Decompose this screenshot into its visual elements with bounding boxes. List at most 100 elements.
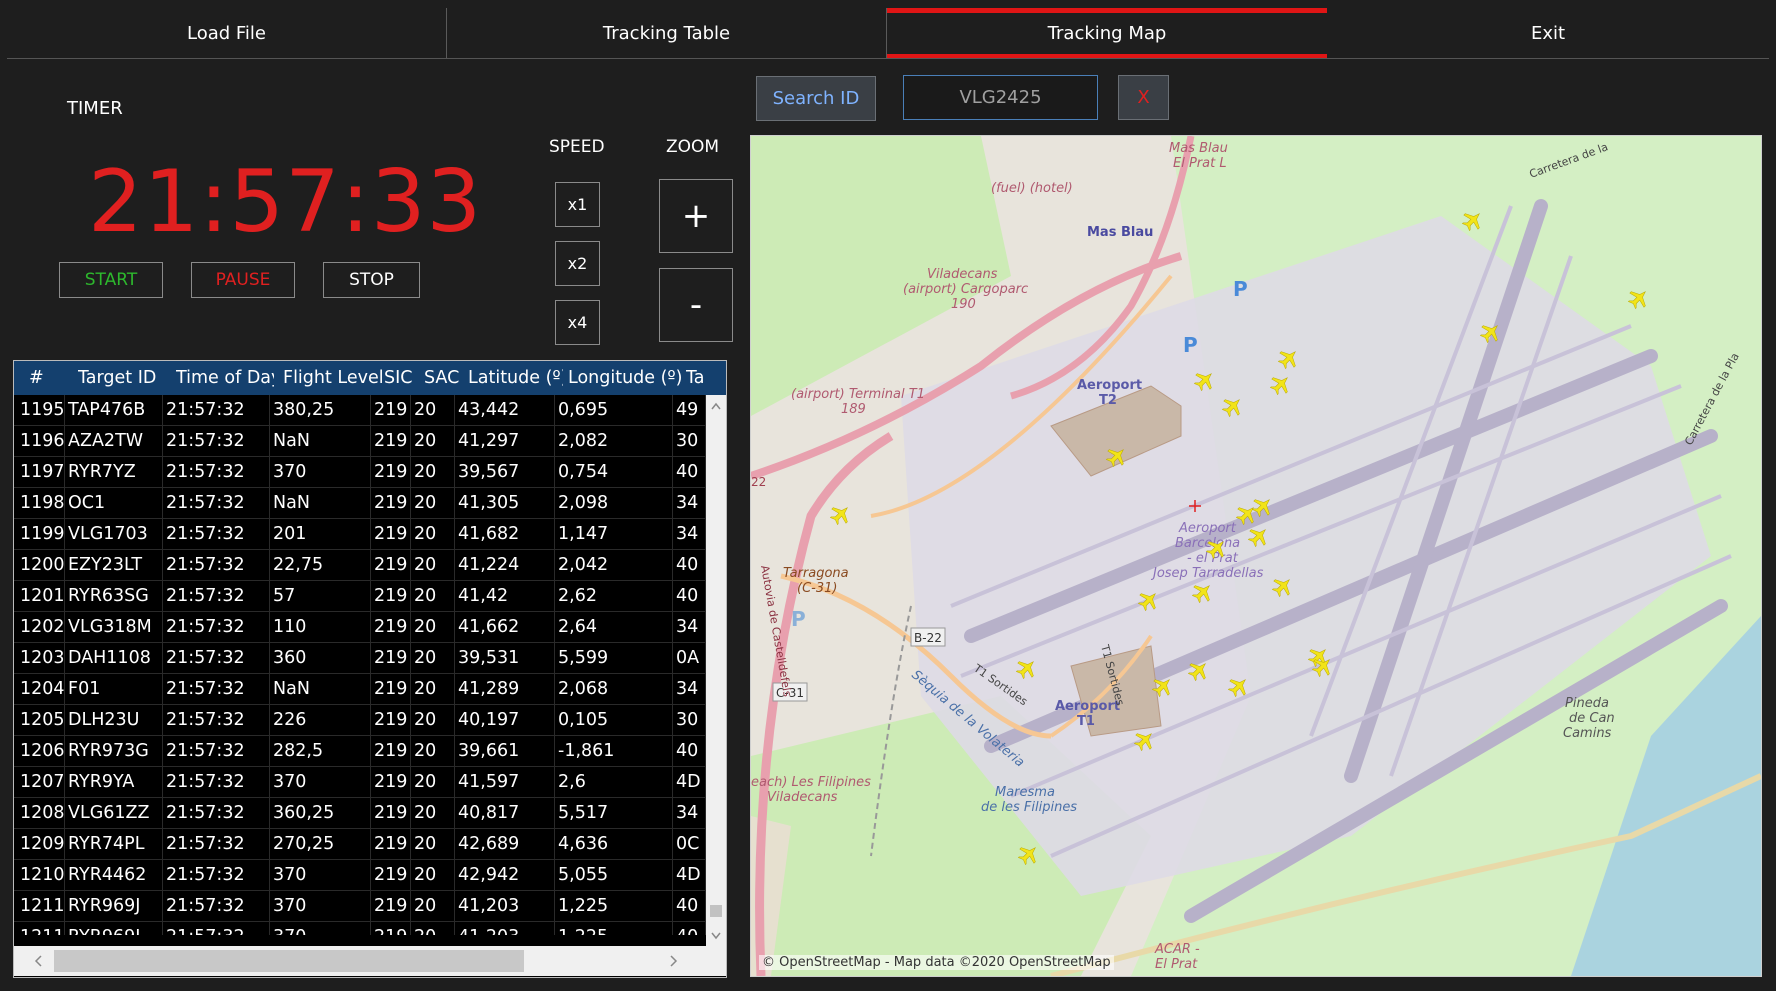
speed-x1-button[interactable]: x1 <box>555 182 600 227</box>
horizontal-scrollbar[interactable] <box>14 946 726 976</box>
table-cell: 20 <box>411 519 455 549</box>
zoom-in-button[interactable]: + <box>659 179 733 253</box>
table-row[interactable]: 1200 EZY23LT 21:57:32 22,75 219 20 41,224 2,042… <box>14 550 706 581</box>
table-cell: RYR63SG <box>65 581 163 611</box>
table-cell: 30 <box>673 426 706 456</box>
table-cell: 40 <box>673 581 706 611</box>
table-cell: 110 <box>270 612 371 642</box>
tab-load-file[interactable]: Load File <box>7 8 447 58</box>
table-cell: 370 <box>270 860 371 890</box>
zoom-out-button[interactable]: - <box>659 268 733 342</box>
table-cell: 1200 <box>17 550 65 580</box>
table-cell: 219 <box>371 457 411 487</box>
col-header[interactable]: Target ID <box>78 361 168 395</box>
table-cell: RYR4462 <box>65 860 163 890</box>
col-header[interactable]: # <box>29 361 69 395</box>
col-header[interactable]: Ta <box>686 361 706 395</box>
table-cell: 20 <box>411 395 455 425</box>
table-cell: 43,442 <box>455 395 555 425</box>
table-row[interactable]: 1210 RYR4462 21:57:32 370 219 20 42,942 5,055 4D <box>14 860 706 891</box>
table-row[interactable]: 1211RYR969J21:57:323702192041,2031,22540 <box>14 891 706 922</box>
start-button[interactable]: START <box>59 262 163 298</box>
col-header[interactable]: Longitude (º) <box>568 361 682 395</box>
table-cell: 41,42 <box>455 581 555 611</box>
table-cell: 20 <box>411 860 455 890</box>
table-row[interactable]: 1211RYR969J21:57:323702192041,2031,22540 <box>14 922 706 935</box>
horizontal-scrollbar-track <box>34 950 678 972</box>
table-cell: 219 <box>371 612 411 642</box>
table-row[interactable]: 1206 RYR973G 21:57:32 282,5 219 20 39,661 -1,86… <box>14 736 706 767</box>
table-cell: 5,599 <box>555 643 673 673</box>
table-cell: 21:57:32 <box>163 612 270 642</box>
col-header[interactable]: SIC <box>384 361 416 395</box>
col-header[interactable]: SAC <box>424 361 460 395</box>
table-cell: 21:57:32 <box>163 488 270 518</box>
table-cell: DLH23U <box>65 705 163 735</box>
speed-label: SPEED <box>549 137 605 157</box>
table-row[interactable]: 1209 RYR74PL 21:57:32 270,25 219 20 42,689 4,63… <box>14 829 706 860</box>
table-cell: 1206 <box>17 736 65 766</box>
map-label: El Prat <box>1155 957 1198 972</box>
table-row[interactable]: 1199 VLG1703 21:57:32 201 219 20 41,682 1,147 34 <box>14 519 706 550</box>
table-cell: 41,682 <box>455 519 555 549</box>
table-cell: 30 <box>673 705 706 735</box>
table-cell: 20 <box>411 426 455 456</box>
stop-button[interactable]: STOP <box>323 262 420 298</box>
tab-tracking-map[interactable]: Tracking Map <box>887 8 1327 58</box>
table-cell: 34 <box>673 519 706 549</box>
table-cell: 20 <box>411 488 455 518</box>
table-cell: 219 <box>371 643 411 673</box>
table-row[interactable]: 1198 OC1 21:57:32 NaN 219 20 41,305 2,098 34 <box>14 488 706 519</box>
table-cell: 20 <box>411 457 455 487</box>
table-cell: 380,25 <box>270 395 371 425</box>
table-cell: 219 <box>371 519 411 549</box>
table-row[interactable]: 1203 DAH1108 21:57:32 360 219 20 39,531 5,599 0A <box>14 643 706 674</box>
col-header[interactable]: Time of Day <box>176 361 274 395</box>
parking-icon: P <box>1183 333 1198 357</box>
table-cell: RYR969J <box>65 922 163 935</box>
table-row[interactable]: 1201 RYR63SG 21:57:32 57 219 20 41,42 2,62 40 <box>14 581 706 612</box>
table-row[interactable]: 1208 VLG61ZZ 21:57:32 360,25 219 20 40,817 5,51… <box>14 798 706 829</box>
table-cell: F01 <box>65 674 163 704</box>
tab-tracking-table[interactable]: Tracking Table <box>447 8 887 58</box>
table-cell: 1211 <box>17 891 65 921</box>
col-header[interactable]: Latitude (º) <box>468 361 563 395</box>
table-row[interactable]: 1195 TAP476B 21:57:32 380,25 219 20 43,442 0,69… <box>14 395 706 426</box>
table-cell: 2,6 <box>555 767 673 797</box>
col-header[interactable]: Flight Level <box>283 361 383 395</box>
table-cell: 219 <box>371 674 411 704</box>
speed-x2-button[interactable]: x2 <box>555 241 600 286</box>
table-cell: 1211 <box>17 922 65 935</box>
search-id-input[interactable] <box>903 75 1098 120</box>
table-cell: 41,597 <box>455 767 555 797</box>
table-cell: 1,225 <box>555 891 673 921</box>
pause-button[interactable]: PAUSE <box>191 262 295 298</box>
table-cell: OC1 <box>65 488 163 518</box>
map-label: each) Les Filipines <box>751 775 871 790</box>
table-cell: 20 <box>411 767 455 797</box>
search-id-button[interactable]: Search ID <box>756 76 876 121</box>
map-label: Aeroport <box>1178 521 1237 536</box>
table-row[interactable]: 1196 AZA2TW 21:57:32 NaN 219 20 41,297 2,082 30 <box>14 426 706 457</box>
table-cell: 20 <box>411 829 455 859</box>
table-cell: 20 <box>411 581 455 611</box>
table-row[interactable]: 1207 RYR9YA 21:57:32 370 219 20 41,597 2,6 4D <box>14 767 706 798</box>
table-row[interactable]: 1197 RYR7YZ 21:57:32 370 219 20 39,567 0,754 40 <box>14 457 706 488</box>
clear-search-button[interactable]: X <box>1118 75 1169 120</box>
table-row[interactable]: 1204 F01 21:57:32 NaN 219 20 41,289 2,068 34 <box>14 674 706 705</box>
scroll-left-icon <box>34 955 42 967</box>
scroll-right-icon <box>670 955 678 967</box>
table-row[interactable]: 1205 DLH23U 21:57:32 226 219 20 40,197 0,105 30 <box>14 705 706 736</box>
table-cell: VLG61ZZ <box>65 798 163 828</box>
speed-x4-button[interactable]: x4 <box>555 300 600 345</box>
map-label: (airport) Cargoparc <box>903 282 1028 297</box>
vertical-scrollbar[interactable] <box>706 395 726 947</box>
map-canvas: Mas Blau El Prat L (fuel) (hotel) Mas Bl… <box>751 136 1761 976</box>
tab-exit[interactable]: Exit <box>1327 8 1769 58</box>
table-cell: NaN <box>270 488 371 518</box>
table-cell: 1195 <box>17 395 65 425</box>
table-cell: 219 <box>371 581 411 611</box>
table-cell: 21:57:32 <box>163 581 270 611</box>
tracking-map[interactable]: Mas Blau El Prat L (fuel) (hotel) Mas Bl… <box>750 135 1762 977</box>
table-row[interactable]: 1202 VLG318M 21:57:32 110 219 20 41,662 2,64 34 <box>14 612 706 643</box>
